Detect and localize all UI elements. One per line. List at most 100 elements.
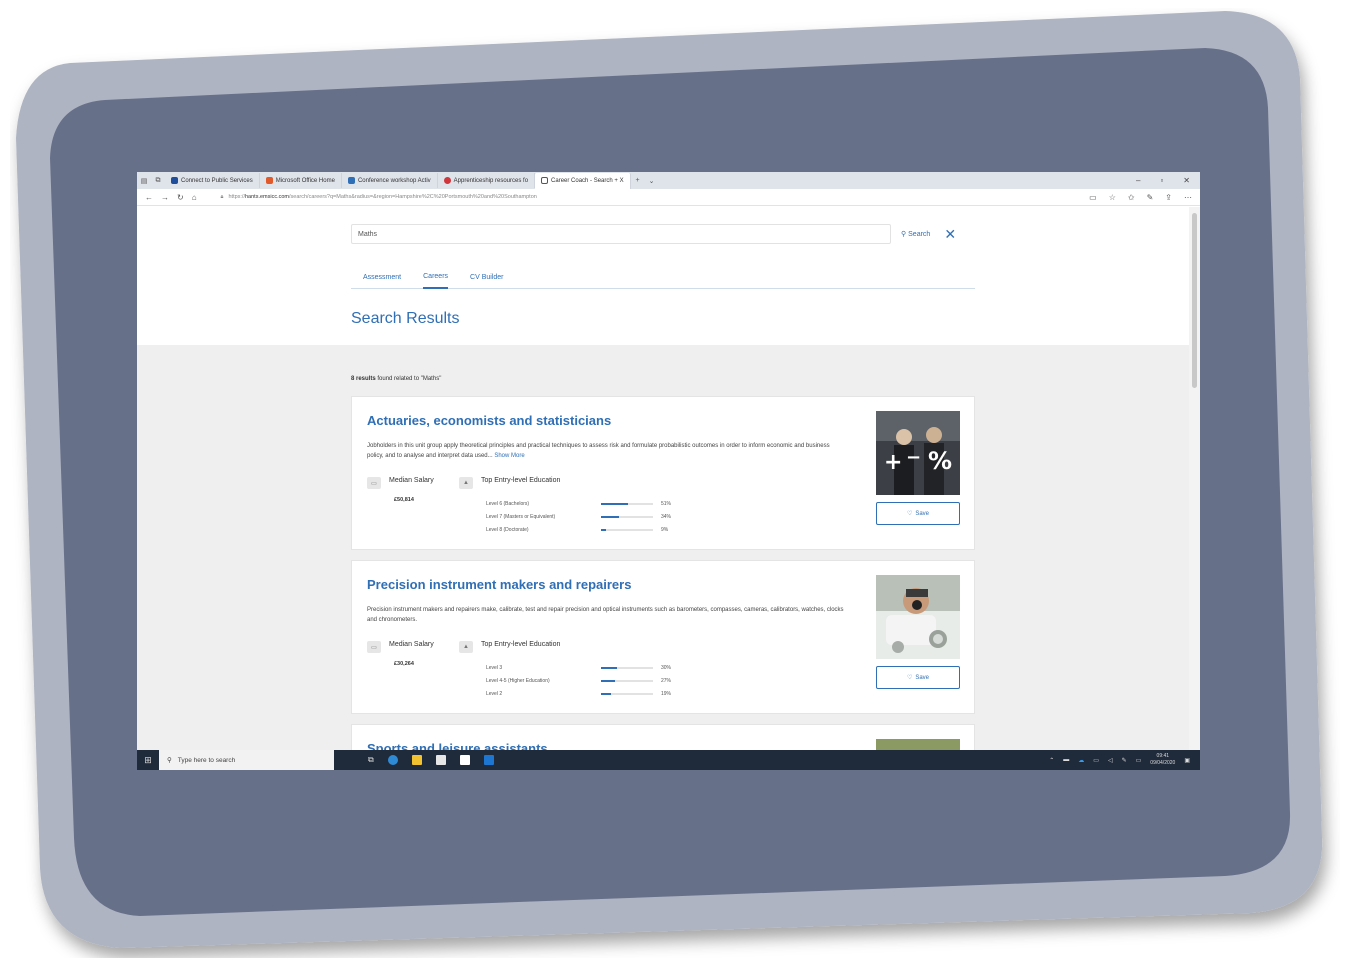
tab-actions-icon[interactable]: ▤ (137, 177, 151, 185)
pen-icon[interactable]: ✎ (1147, 193, 1154, 202)
edge-icon[interactable] (387, 755, 398, 765)
education-bar (601, 666, 653, 669)
show-more-link[interactable]: Show More (494, 453, 524, 459)
back-icon[interactable]: ← (145, 193, 153, 202)
minimize-icon[interactable]: – (1136, 176, 1140, 185)
favorite-star-icon[interactable]: ☆ (1109, 193, 1116, 202)
svg-text:+: + (884, 450, 902, 475)
results-count-number: 8 results (351, 376, 376, 382)
file-explorer-icon[interactable] (411, 755, 422, 765)
education-percent: 27% (661, 677, 672, 684)
browser-tab[interactable]: Conference workshop Activ (342, 173, 438, 188)
volume-icon[interactable]: ◁ (1108, 757, 1113, 764)
browser-tab[interactable]: Microsoft Office Home (260, 173, 342, 188)
save-button[interactable]: ♡ Save (876, 502, 960, 525)
search-button-label: Search (908, 230, 931, 238)
windows-taskbar: ⊞ ⚲ Type here to search ⧉ ⌃ ▬ ☁ ▭ ◁ ✎ ▭ … (137, 750, 1200, 770)
education-level-label: Level 7 (Masters or Equivalent) (486, 513, 556, 520)
outlook-icon[interactable] (483, 755, 494, 765)
store-icon[interactable] (435, 755, 446, 765)
onedrive-icon[interactable]: ☁ (1078, 757, 1084, 764)
education-level-label: Level 3 (486, 664, 503, 671)
top-education-label: Top Entry-level Education (481, 641, 561, 648)
education-bar (601, 502, 653, 505)
svg-text:%: % (928, 447, 952, 475)
median-salary-label: Median Salary (389, 641, 434, 648)
photo-stage: ▤ ⧉ Connect to Public Services Microsoft… (0, 0, 1350, 962)
section-tabs: Assessment Careers CV Builder (351, 267, 975, 289)
tab-assessment[interactable]: Assessment (363, 267, 401, 289)
windows-icon: ⊞ (144, 754, 152, 765)
mail-icon[interactable] (459, 755, 470, 765)
favorites-icon[interactable]: ✩ (1128, 193, 1135, 202)
window-controls: – ▫ ✕ (1136, 176, 1200, 185)
system-tray: ⌃ ▬ ☁ ▭ ◁ ✎ ▭ 09:41 09/04/2020 ▣ (1049, 753, 1200, 767)
maximize-icon[interactable]: ▫ (1160, 176, 1163, 185)
career-description: Jobholders in this unit group apply theo… (367, 441, 847, 461)
career-card[interactable]: Precision instrument makers and repairer… (351, 560, 975, 714)
taskbar-search[interactable]: ⚲ Type here to search (159, 750, 334, 770)
task-view-icon[interactable]: ⧉ (368, 755, 374, 765)
save-button[interactable]: ♡ Save (876, 666, 960, 689)
career-description-text: Jobholders in this unit group apply theo… (367, 443, 830, 459)
education-percent: 51% (661, 500, 672, 507)
tab-label: Microsoft Office Home (275, 177, 335, 184)
career-image (876, 575, 960, 659)
education-row: Level 7 (Masters or Equivalent) 34% (486, 510, 671, 523)
education-bar-fill (601, 528, 606, 531)
browser-tab[interactable]: Connect to Public Services (165, 173, 260, 188)
career-card[interactable]: Actuaries, economists and statisticians … (351, 396, 975, 550)
search-icon: ⚲ (167, 757, 172, 764)
education-percent: 9% (661, 526, 669, 533)
taskbar-apps: ⧉ (368, 755, 494, 765)
url-field[interactable]: 🔒︎ https://hants.emsicc.com/search/caree… (215, 191, 1075, 203)
tab-favicon-icon (171, 177, 178, 184)
page-scrollbar[interactable] (1189, 207, 1200, 750)
tab-list-chevron-icon[interactable]: ⌄ (645, 177, 659, 185)
browser-tab-active[interactable]: Career Coach - Search + X (535, 172, 631, 189)
new-tab-icon[interactable]: + (631, 177, 645, 184)
education-row: Level 3 30% (486, 661, 671, 674)
url-host: hants.emsicc.com (245, 194, 290, 200)
refresh-icon[interactable]: ↻ (177, 193, 184, 202)
browser-tab[interactable]: Apprenticeship resources fo (438, 173, 536, 188)
forward-icon[interactable]: → (161, 193, 169, 202)
career-image: + − % (876, 411, 960, 495)
scrollbar-thumb[interactable] (1192, 213, 1197, 388)
median-salary-value: £50,814 (394, 497, 414, 503)
career-card[interactable]: Sports and leisure assistants (351, 724, 975, 750)
share-icon[interactable]: ⇪ (1165, 193, 1172, 202)
reading-view-icon[interactable]: ▭ (1089, 193, 1097, 202)
career-title[interactable]: Actuaries, economists and statisticians (367, 413, 611, 428)
save-label: Save (915, 510, 930, 517)
career-title[interactable]: Precision instrument makers and repairer… (367, 577, 631, 592)
tab-favicon-icon (265, 177, 273, 184)
notifications-icon[interactable]: ▣ (1184, 757, 1190, 764)
pen-icon[interactable]: ✎ (1122, 757, 1127, 764)
close-window-icon[interactable]: ✕ (1183, 176, 1190, 185)
results-count-text: found related to "Maths" (375, 376, 442, 382)
save-label: Save (915, 674, 930, 681)
close-search-icon[interactable]: ✕ (944, 227, 956, 241)
network-icon[interactable]: ▭ (1093, 757, 1099, 764)
start-button[interactable]: ⊞ (137, 755, 159, 766)
tab-careers[interactable]: Careers (423, 267, 449, 289)
tray-chevron-icon[interactable]: ⌃ (1049, 757, 1054, 764)
education-bar (601, 515, 653, 518)
more-icon[interactable]: ⋯ (1184, 193, 1192, 202)
lock-icon: 🔒︎ (220, 193, 224, 200)
search-button[interactable]: ⚲ Search (901, 230, 931, 239)
keyboard-icon[interactable]: ▭ (1136, 757, 1142, 764)
tab-aside-icon[interactable]: ⧉ (151, 177, 165, 185)
search-input[interactable]: Maths (351, 224, 891, 244)
career-title[interactable]: Sports and leisure assistants (367, 741, 548, 750)
tab-cv-builder[interactable]: CV Builder (470, 267, 503, 289)
career-meta: ▭ Median Salary ▲ Top Entry-level Educat… (367, 477, 560, 489)
home-icon[interactable]: ⌂ (192, 193, 197, 202)
education-breakdown: Level 3 30% Level 4-5 (Higher Education)… (486, 661, 671, 700)
median-salary-value: £30,264 (394, 661, 414, 667)
tray-app-icon[interactable]: ▬ (1063, 757, 1069, 763)
education-level-label: Level 2 (486, 690, 503, 697)
clock[interactable]: 09:41 09/04/2020 (1150, 753, 1175, 767)
education-percent: 34% (661, 513, 672, 520)
